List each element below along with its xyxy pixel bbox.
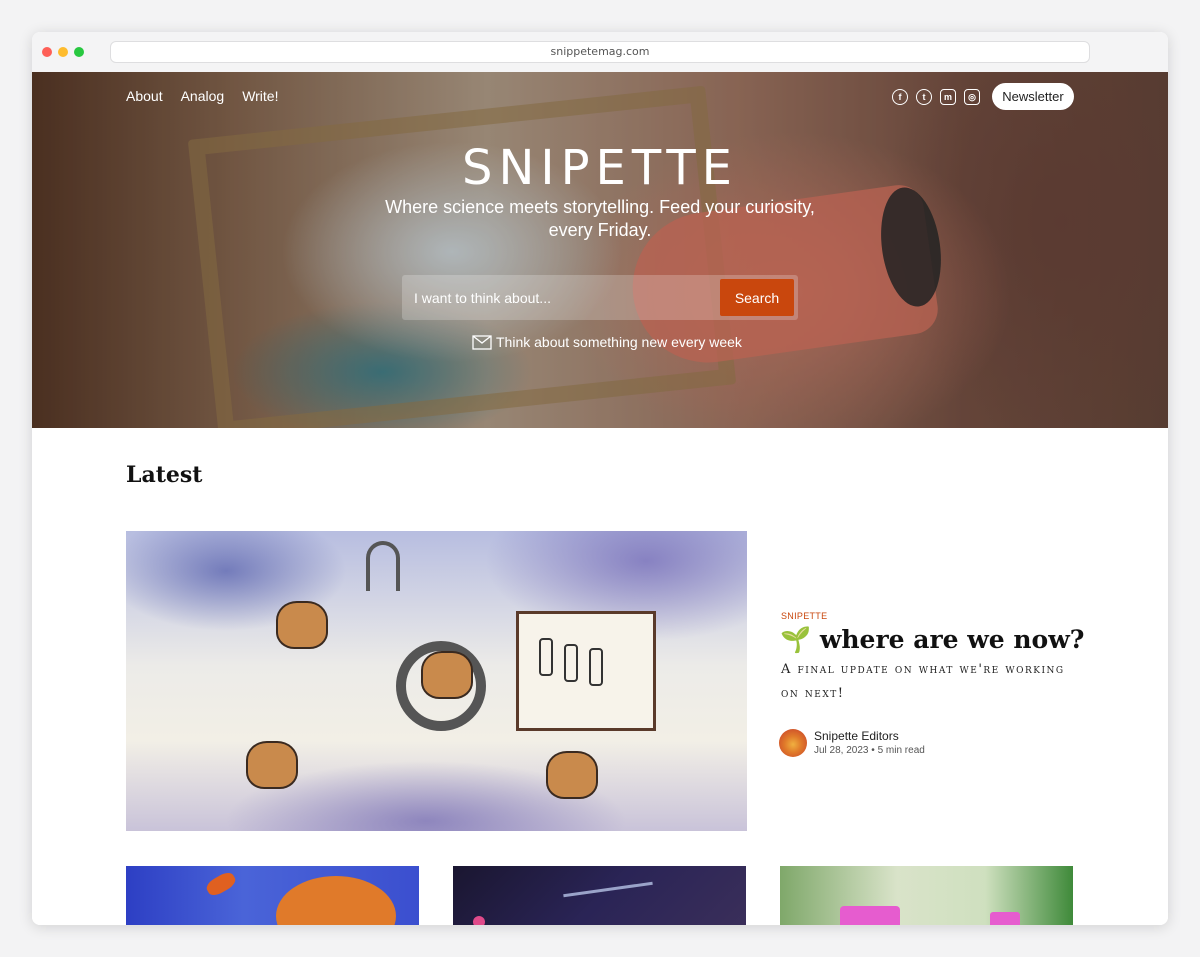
close-window-button[interactable] bbox=[42, 47, 52, 57]
board-item bbox=[589, 648, 603, 686]
author-avatar[interactable] bbox=[779, 729, 807, 757]
site-tagline: Where science meets storytelling. Feed y… bbox=[385, 197, 815, 240]
featured-post-tag[interactable]: SNIPETTE bbox=[781, 611, 827, 621]
instagram-icon[interactable]: ◎ bbox=[964, 89, 980, 105]
search-button[interactable]: Search bbox=[720, 279, 794, 316]
board-item bbox=[539, 638, 553, 676]
main-nav: About Analog Write! bbox=[126, 88, 279, 104]
question-mark-drawing bbox=[366, 541, 400, 591]
nav-link-about[interactable]: About bbox=[126, 88, 163, 104]
search-form: Search bbox=[402, 275, 798, 320]
newsletter-button[interactable]: Newsletter bbox=[992, 83, 1074, 110]
sprout-icon: 🌱 bbox=[780, 625, 812, 654]
post-card-image-2[interactable] bbox=[453, 866, 746, 925]
board-item bbox=[564, 644, 578, 682]
featured-post-title-text: where are we now? bbox=[819, 625, 1085, 654]
pink-car-drawing bbox=[840, 906, 900, 925]
nav-link-analog[interactable]: Analog bbox=[181, 88, 225, 104]
orange-blob-drawing bbox=[276, 876, 396, 925]
featured-post-image[interactable] bbox=[126, 531, 747, 831]
hero-overlay bbox=[32, 72, 1168, 428]
maximize-window-button[interactable] bbox=[74, 47, 84, 57]
twitter-icon[interactable]: t bbox=[916, 89, 932, 105]
envelope-icon bbox=[472, 334, 492, 350]
post-card-image-3[interactable] bbox=[780, 866, 1073, 925]
pink-box-drawing bbox=[990, 912, 1020, 925]
dog-drawing-3 bbox=[246, 741, 298, 789]
post-date: Jul 28, 2023 bbox=[814, 745, 869, 756]
squid-drawing bbox=[204, 869, 238, 899]
featured-post-subtitle: A final update on what we're working on … bbox=[781, 662, 1065, 701]
read-time: 5 min read bbox=[877, 745, 925, 756]
site-logo[interactable]: SNIPETTE bbox=[32, 140, 1168, 196]
weekly-signup-link[interactable]: Think about something new every week bbox=[472, 334, 742, 350]
address-bar[interactable]: snippetemag.com bbox=[110, 41, 1090, 63]
page: About Analog Write! f t m ◎ Newsletter S… bbox=[32, 72, 1168, 925]
arrow-drawing bbox=[563, 881, 653, 898]
post-card-image-1[interactable] bbox=[126, 866, 419, 925]
weekly-signup-text: Think about something new every week bbox=[496, 334, 742, 350]
whiteboard-drawing bbox=[516, 611, 656, 731]
meta-separator: • bbox=[871, 745, 875, 756]
author-name[interactable]: Snipette Editors bbox=[814, 729, 899, 743]
mastodon-icon[interactable]: m bbox=[940, 89, 956, 105]
nav-link-write[interactable]: Write! bbox=[242, 88, 278, 104]
featured-post-title[interactable]: 🌱 where are we now? bbox=[780, 625, 1084, 655]
latest-heading: Latest bbox=[126, 462, 203, 488]
hero-banner: About Analog Write! f t m ◎ Newsletter S… bbox=[32, 72, 1168, 428]
browser-titlebar: snippetemag.com bbox=[32, 32, 1168, 72]
dog-drawing-4 bbox=[546, 751, 598, 799]
browser-window: snippetemag.com About Analog Write! f t … bbox=[32, 32, 1168, 925]
search-input[interactable] bbox=[410, 275, 710, 320]
minimize-window-button[interactable] bbox=[58, 47, 68, 57]
dog-drawing-1 bbox=[276, 601, 328, 649]
pink-dot-drawing bbox=[473, 916, 485, 925]
social-links: f t m ◎ bbox=[892, 89, 980, 105]
post-meta: Jul 28, 2023 • 5 min read bbox=[814, 745, 925, 756]
facebook-icon[interactable]: f bbox=[892, 89, 908, 105]
dog-drawing-2 bbox=[421, 651, 473, 699]
